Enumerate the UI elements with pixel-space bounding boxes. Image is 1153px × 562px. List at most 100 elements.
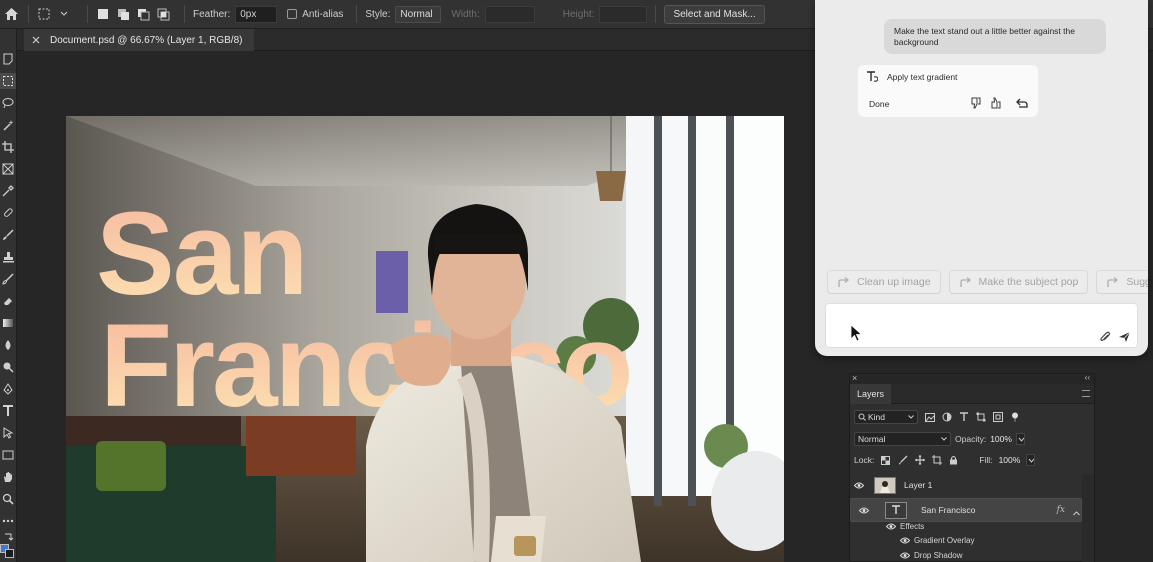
collapse-icon[interactable]: ‹‹ bbox=[1085, 373, 1090, 382]
divider bbox=[87, 5, 88, 23]
divider bbox=[356, 5, 358, 23]
marquee-preset-icon[interactable] bbox=[37, 7, 51, 21]
background-color-swatch[interactable] bbox=[5, 549, 14, 558]
layers-scrollbar[interactable] bbox=[1082, 474, 1094, 562]
filter-adjustment-icon[interactable] bbox=[941, 412, 952, 423]
healing-brush-tool-icon[interactable] bbox=[0, 205, 16, 221]
chevron-down-icon bbox=[908, 415, 914, 419]
chevron-down-icon[interactable] bbox=[1015, 433, 1025, 445]
width-input[interactable] bbox=[484, 5, 535, 23]
search-icon bbox=[858, 413, 866, 421]
attach-icon[interactable] bbox=[1099, 331, 1111, 346]
undo-icon[interactable] bbox=[1016, 97, 1028, 109]
suggestion-chip[interactable]: Make the subject pop bbox=[948, 270, 1089, 294]
artboard-tool-icon[interactable] bbox=[0, 51, 16, 67]
lock-artboard-icon[interactable] bbox=[931, 455, 942, 466]
effect-item[interactable]: Drop Shadow bbox=[900, 551, 962, 560]
suggestion-chip[interactable]: Clean up image bbox=[827, 270, 941, 294]
fill-label: Fill: bbox=[979, 455, 993, 465]
tools-panel bbox=[0, 29, 17, 562]
add-to-selection-icon[interactable] bbox=[116, 7, 130, 21]
fill-value[interactable]: 100% bbox=[999, 455, 1021, 465]
tab-layers[interactable]: Layers bbox=[850, 384, 892, 404]
pen-tool-icon[interactable] bbox=[0, 381, 16, 397]
brush-tool-icon[interactable] bbox=[0, 227, 16, 243]
blend-mode-select[interactable]: Normal bbox=[854, 432, 951, 446]
filter-pixel-icon[interactable] bbox=[924, 412, 935, 423]
eye-icon[interactable] bbox=[850, 482, 868, 489]
close-icon[interactable]: × bbox=[852, 373, 857, 383]
thumbs-down-icon[interactable] bbox=[970, 97, 982, 109]
close-icon[interactable] bbox=[32, 36, 40, 44]
document-tab[interactable]: Document.psd @ 66.67% (Layer 1, RGB/8) bbox=[24, 29, 254, 51]
height-input[interactable] bbox=[599, 5, 648, 23]
lasso-tool-icon[interactable] bbox=[0, 95, 16, 111]
blend-mode-value: Normal bbox=[858, 434, 886, 444]
panel-menu-icon[interactable] bbox=[1082, 390, 1090, 397]
layer-name: San Francisco bbox=[921, 505, 976, 515]
lock-all-icon[interactable] bbox=[948, 455, 959, 466]
layer-effects-badge[interactable]: fx bbox=[1057, 505, 1065, 515]
height-label: Height: bbox=[562, 8, 595, 20]
magic-wand-tool-icon[interactable] bbox=[0, 117, 16, 133]
effects-group[interactable]: Effects bbox=[886, 522, 924, 531]
send-icon[interactable] bbox=[1118, 331, 1131, 346]
document-canvas-image[interactable]: San Francisco bbox=[66, 116, 784, 562]
layers-panel: × ‹‹ Layers Kind Normal Opacity: 100% Lo… bbox=[849, 373, 1095, 562]
home-icon[interactable] bbox=[2, 5, 20, 23]
eye-icon[interactable] bbox=[855, 507, 873, 514]
lock-image-pixels-icon[interactable] bbox=[897, 455, 908, 466]
intersect-selection-icon[interactable] bbox=[156, 7, 170, 21]
hand-tool-icon[interactable] bbox=[0, 469, 16, 485]
lock-transparent-pixels-icon[interactable] bbox=[880, 455, 891, 466]
thumbs-up-icon[interactable] bbox=[990, 97, 1002, 109]
style-select[interactable]: Normal bbox=[395, 5, 442, 23]
suggestion-chips: Clean up image Make the subject pop Sugg bbox=[827, 270, 1148, 294]
eraser-tool-icon[interactable] bbox=[0, 293, 16, 309]
opacity-label: Opacity: bbox=[955, 434, 987, 444]
chevron-down-icon[interactable] bbox=[1026, 454, 1036, 466]
eye-icon[interactable] bbox=[900, 552, 910, 559]
curved-arrow-icon bbox=[959, 276, 971, 287]
more-tools-icon[interactable] bbox=[0, 513, 16, 529]
crop-tool-icon[interactable] bbox=[0, 139, 16, 155]
anti-alias-checkbox[interactable] bbox=[287, 9, 298, 19]
eye-icon[interactable] bbox=[900, 537, 910, 544]
assistant-response-card: Apply text gradient Done bbox=[858, 65, 1038, 117]
path-selection-tool-icon[interactable] bbox=[0, 425, 16, 441]
rectangle-tool-icon[interactable] bbox=[0, 447, 16, 463]
type-tool-icon[interactable] bbox=[0, 403, 16, 419]
divider bbox=[28, 5, 29, 23]
layer-row[interactable]: Layer 1 bbox=[850, 473, 1082, 497]
chevron-down-icon[interactable] bbox=[57, 7, 71, 21]
rectangular-marquee-tool-icon[interactable] bbox=[0, 73, 16, 89]
filter-type-icon[interactable] bbox=[958, 412, 969, 423]
layer-row[interactable]: San Francisco fx bbox=[850, 498, 1082, 522]
filter-toggle-icon[interactable] bbox=[1009, 412, 1020, 423]
dodge-tool-icon[interactable] bbox=[0, 359, 16, 375]
photoshop-window: Feather: 0px Anti-alias Style: Normal Wi… bbox=[0, 0, 1153, 562]
frame-tool-icon[interactable] bbox=[0, 161, 16, 177]
effect-item[interactable]: Gradient Overlay bbox=[900, 536, 974, 545]
select-and-mask-button[interactable]: Select and Mask... bbox=[664, 4, 765, 24]
lock-fill-row: Lock: Fill: 100% bbox=[850, 454, 1094, 466]
gradient-tool-icon[interactable] bbox=[0, 315, 16, 331]
blur-tool-icon[interactable] bbox=[0, 337, 16, 353]
filter-shape-icon[interactable] bbox=[975, 412, 986, 423]
zoom-tool-icon[interactable] bbox=[0, 491, 16, 507]
feather-input[interactable]: 0px bbox=[235, 5, 278, 23]
history-brush-tool-icon[interactable] bbox=[0, 271, 16, 287]
subtract-from-selection-icon[interactable] bbox=[136, 7, 150, 21]
eyedropper-tool-icon[interactable] bbox=[0, 183, 16, 199]
eye-icon[interactable] bbox=[886, 523, 896, 530]
prompt-input[interactable] bbox=[825, 303, 1138, 348]
opacity-value[interactable]: 100% bbox=[990, 434, 1012, 444]
chevron-up-icon[interactable] bbox=[1073, 507, 1080, 519]
filter-kind-select[interactable]: Kind bbox=[854, 410, 918, 424]
new-selection-icon[interactable] bbox=[96, 7, 110, 21]
filter-smart-object-icon[interactable] bbox=[992, 412, 1003, 423]
lock-position-icon[interactable] bbox=[914, 455, 925, 466]
clone-stamp-tool-icon[interactable] bbox=[0, 249, 16, 265]
suggestion-chip[interactable]: Sugg bbox=[1096, 270, 1148, 294]
swap-colors-icon[interactable] bbox=[0, 529, 16, 545]
